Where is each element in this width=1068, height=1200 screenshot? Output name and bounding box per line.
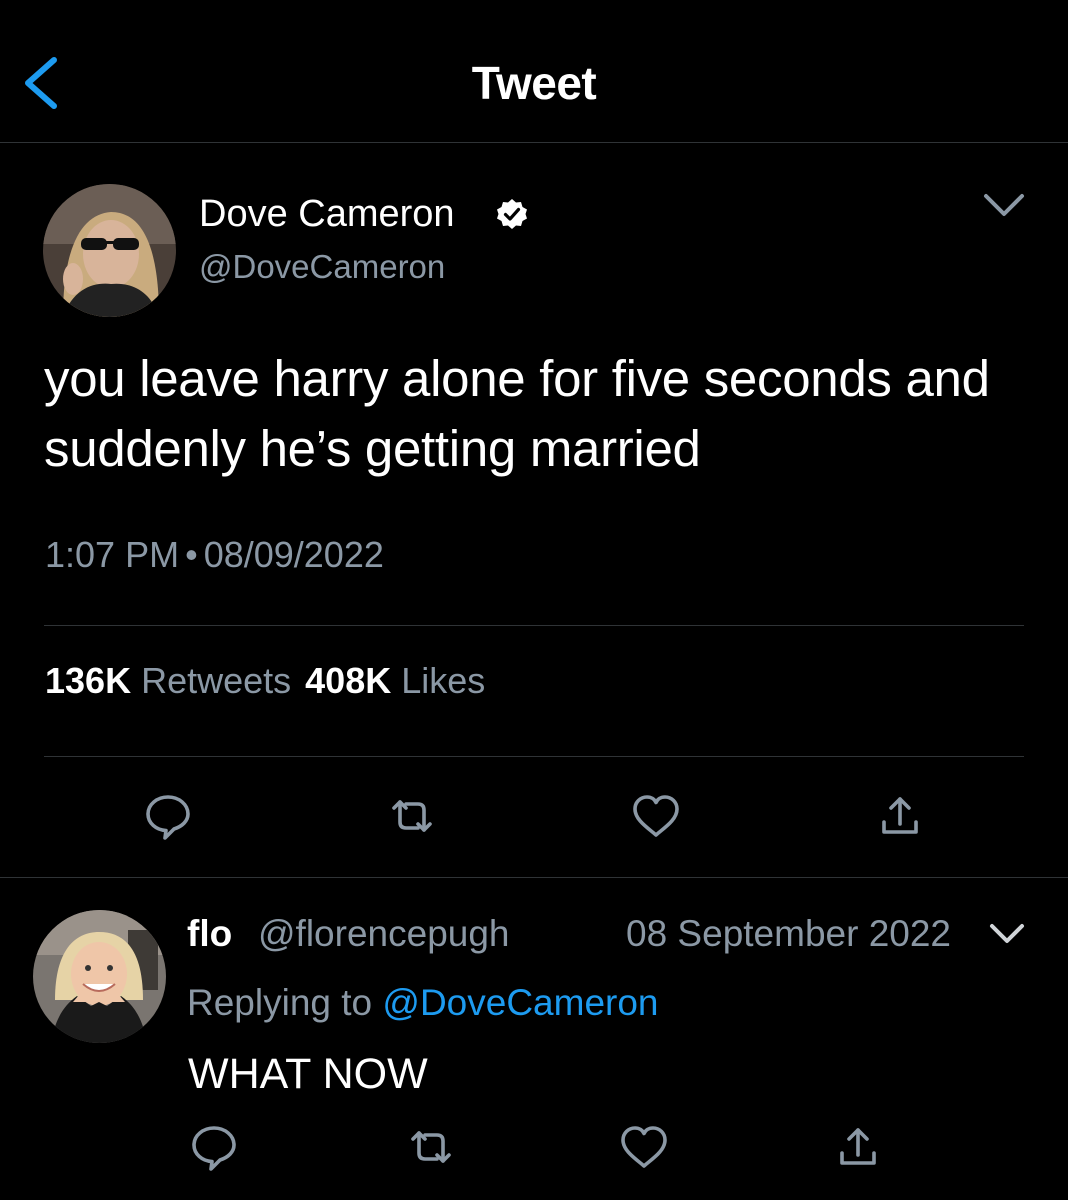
replying-prefix: Replying to — [187, 982, 373, 1023]
likes-label: Likes — [401, 660, 486, 701]
reply-options-button[interactable] — [986, 918, 1028, 950]
top-bar: Tweet — [0, 0, 1068, 143]
share-icon — [840, 1128, 876, 1165]
reply-author-avatar[interactable] — [33, 910, 166, 1043]
verified-badge-icon — [496, 198, 528, 230]
avatar-image — [33, 910, 166, 1043]
retweets-label: Retweets — [141, 660, 292, 701]
chevron-down-icon — [990, 924, 1024, 943]
page-title: Tweet — [471, 57, 597, 109]
retweet-icon — [411, 1131, 451, 1163]
heart-icon — [621, 1126, 667, 1168]
author-name[interactable]: Dove Cameron — [199, 193, 455, 236]
share-button[interactable] — [870, 786, 930, 846]
retweets-count: 136K — [45, 660, 132, 701]
tweet-time: 1:07 PM — [45, 534, 180, 575]
retweets-stat[interactable]: 136K Retweets — [45, 660, 291, 701]
likes-count: 408K — [305, 660, 392, 701]
reply-text: WHAT NOW — [188, 1050, 428, 1098]
like-button[interactable] — [626, 786, 686, 846]
chevron-down-icon — [984, 194, 1024, 216]
retweet-button[interactable] — [382, 786, 442, 846]
reply-button[interactable] — [184, 1117, 244, 1177]
divider — [44, 625, 1024, 626]
mention-link[interactable]: @DoveCameron — [382, 982, 658, 1023]
replying-to: Replying to @DoveCameron — [187, 982, 659, 1024]
tweet-options-button[interactable] — [980, 188, 1028, 224]
section-divider — [0, 877, 1068, 878]
retweet-icon — [392, 800, 432, 832]
reply-author-name[interactable]: flo — [187, 913, 232, 955]
meta-separator: • — [185, 534, 198, 575]
like-button[interactable] — [614, 1117, 674, 1177]
share-button[interactable] — [828, 1117, 888, 1177]
heart-icon — [633, 795, 679, 837]
reply-icon — [146, 795, 190, 840]
reply-author-handle[interactable]: @florencepugh — [258, 913, 510, 955]
tweet-text: you leave harry alone for five seconds a… — [44, 350, 990, 477]
likes-stat[interactable]: 408K Likes — [305, 660, 485, 701]
tweet-timestamp: 1:07 PM • 08/09/2022 — [45, 534, 384, 576]
reply-date: 08 September 2022 — [626, 913, 952, 954]
avatar-image — [43, 184, 176, 317]
divider — [44, 756, 1024, 757]
tweet-date: 08/09/2022 — [203, 534, 384, 575]
author-avatar[interactable] — [43, 184, 176, 317]
tweet-stats: 136K Retweets 408K Likes — [45, 660, 485, 702]
author-handle[interactable]: @DoveCameron — [199, 248, 445, 286]
retweet-button[interactable] — [401, 1117, 461, 1177]
reply-button[interactable] — [138, 786, 198, 846]
reply-icon — [192, 1126, 236, 1171]
share-icon — [882, 797, 918, 834]
